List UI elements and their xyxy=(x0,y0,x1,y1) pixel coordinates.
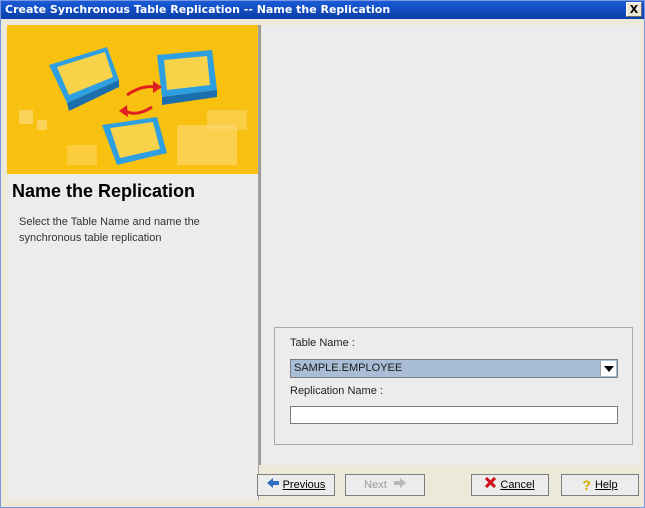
next-button[interactable]: Next xyxy=(345,474,425,496)
page-heading: Name the Replication xyxy=(12,181,196,201)
next-label: Next xyxy=(364,479,387,491)
close-button[interactable]: X xyxy=(626,2,642,17)
previous-button[interactable]: Previous xyxy=(257,474,335,496)
cancel-label: Cancel xyxy=(500,479,535,491)
replication-name-input[interactable] xyxy=(290,406,618,424)
help-label: Help xyxy=(594,479,618,491)
left-arrow-icon xyxy=(266,475,279,495)
right-arrow-icon xyxy=(393,475,406,495)
window-title: Create Synchronous Table Replication -- … xyxy=(5,3,391,16)
table-name-value: SAMPLE.EMPLOYEE xyxy=(294,362,403,374)
wizard-info-panel: Name the Replication Select the Table Na… xyxy=(7,25,259,500)
table-name-select[interactable]: SAMPLE.EMPLOYEE xyxy=(290,359,618,378)
replication-illustration xyxy=(7,25,258,174)
replication-illustration-icon xyxy=(7,25,258,174)
title-bar[interactable]: Create Synchronous Table Replication -- … xyxy=(1,1,644,19)
red-x-icon xyxy=(485,475,497,495)
table-name-label: Table Name : xyxy=(290,337,355,349)
cancel-button[interactable]: Cancel xyxy=(471,474,549,496)
replication-name-label: Replication Name : xyxy=(290,385,383,397)
close-icon: X xyxy=(629,3,639,16)
page-description: Select the Table Name and name the synch… xyxy=(19,216,200,244)
help-button[interactable]: ? Help xyxy=(561,474,639,496)
chevron-down-icon[interactable] xyxy=(600,361,616,376)
panel-divider xyxy=(259,25,261,465)
previous-label: Previous xyxy=(282,479,326,491)
question-mark-icon: ? xyxy=(582,477,591,494)
